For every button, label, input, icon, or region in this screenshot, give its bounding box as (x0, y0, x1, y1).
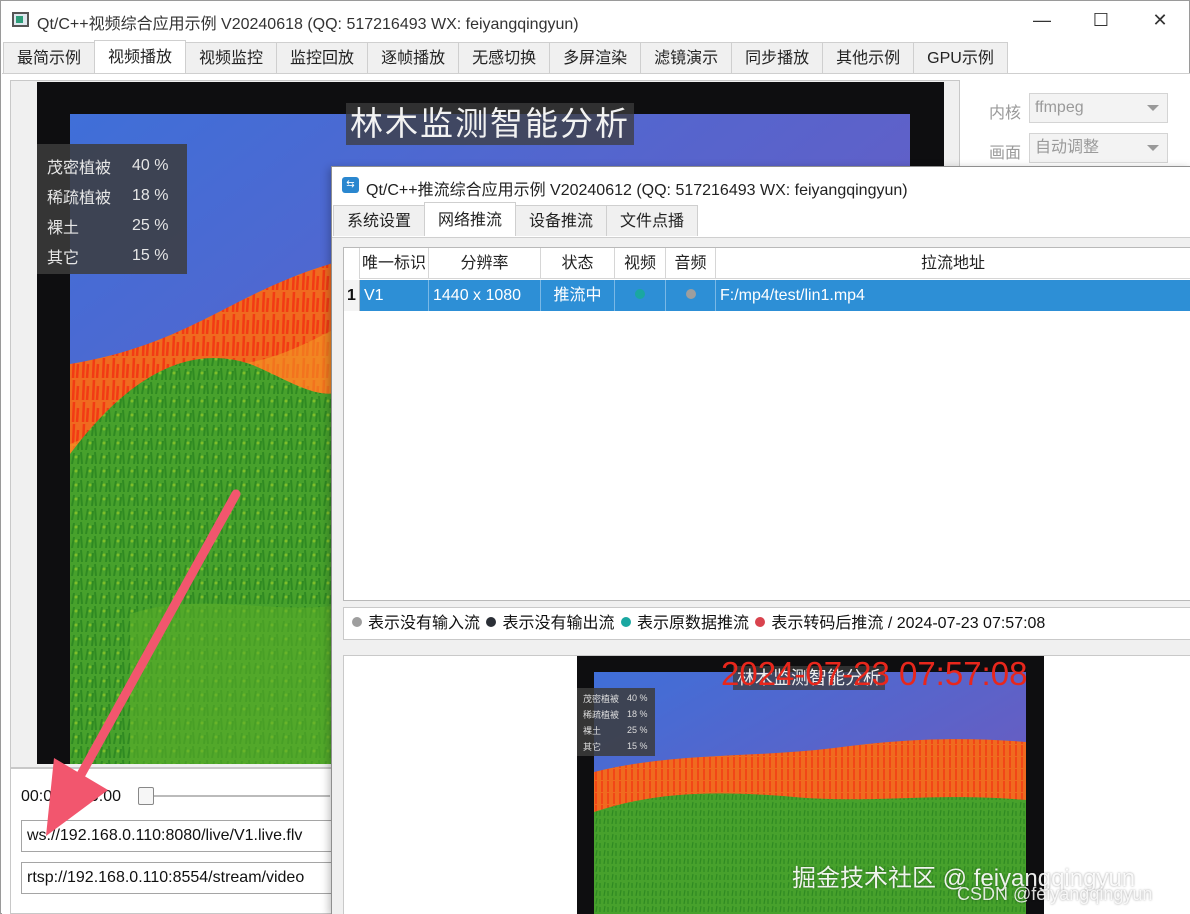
preview-legend-row: 裸土 25 % (583, 722, 655, 738)
legend-value: 25 % (627, 725, 648, 735)
scale-combo-value: 自动调整 (1035, 139, 1100, 156)
table-header: 唯一标识 分辨率 状态 视频 音频 拉流地址 (344, 248, 1190, 279)
legend-row: 稀疏植被 18 % (47, 181, 187, 211)
legend-timestamp: / 2024-07-23 07:57:08 (883, 615, 1046, 632)
tab-multi-screen[interactable]: 多屏渲染 (549, 42, 642, 73)
col-header-status[interactable]: 状态 (541, 248, 615, 279)
chevron-down-icon (1147, 145, 1159, 151)
tab-monitor-playback[interactable]: 监控回放 (276, 42, 369, 73)
legend-name: 裸土 (47, 220, 80, 237)
minimize-icon[interactable]: — (1029, 7, 1055, 33)
cell-audio[interactable] (666, 280, 716, 311)
col-header-video[interactable]: 视频 (615, 248, 666, 279)
tab-simple[interactable]: 最简示例 (3, 42, 96, 73)
no-input-dot-icon (352, 617, 362, 628)
push-tab-bar: 系统设置 网络推流 设备推流 文件点播 (333, 202, 699, 237)
legend-name: 茂密植被 (47, 160, 112, 177)
stream-table: 唯一标识 分辨率 状态 视频 音频 拉流地址 1 V1 1440 x 1080 … (343, 247, 1190, 601)
main-window-title: Qt/C++视频综合应用示例 V20240618 (QQ: 517216493 … (37, 16, 579, 33)
url-input-rtsp[interactable]: rtsp://192.168.0.110:8554/stream/video (21, 862, 332, 894)
legend-no-output: 表示没有输出流 (502, 615, 615, 632)
stream-app-icon: ⇆ (342, 177, 359, 193)
tab-sync-play[interactable]: 同步播放 (731, 42, 824, 73)
legend-transcode-push: 表示转码后推流 (771, 615, 884, 632)
tab-filter-demo[interactable]: 滤镜演示 (640, 42, 733, 73)
col-header-pull-url[interactable]: 拉流地址 (716, 248, 1190, 279)
app-icon (12, 12, 29, 27)
push-window: ⇆ Qt/C++推流综合应用示例 V20240612 (QQ: 51721649… (331, 166, 1190, 914)
tab-gpu-examples[interactable]: GPU示例 (913, 42, 1008, 73)
total-time: 00:00 (81, 788, 122, 805)
tab-video-monitor[interactable]: 视频监控 (185, 42, 278, 73)
tab-system-settings[interactable]: 系统设置 (333, 205, 426, 236)
video-title-overlay: 林木监测智能分析 (346, 103, 634, 145)
no-output-dot-icon (486, 617, 497, 628)
legend-value: 18 % (627, 709, 648, 719)
close-icon[interactable]: ✕ (1147, 7, 1173, 33)
progress-slider-handle[interactable] (138, 787, 154, 805)
tab-device-push[interactable]: 设备推流 (515, 205, 608, 236)
main-tab-bar: 最简示例 视频播放 视频监控 监控回放 逐帧播放 无感切换 多屏渲染 滤镜演示 … (3, 40, 1008, 74)
cell-status[interactable]: 推流中 (541, 280, 615, 311)
cell-video[interactable] (615, 280, 666, 311)
preview-timestamp-overlay: 2024-07-23 07:57:08 (721, 655, 1028, 692)
scale-label: 画面 (989, 145, 1022, 162)
legend-value: 15 % (627, 741, 648, 751)
scale-combo[interactable]: 自动调整 (1029, 133, 1168, 163)
cell-pull-url[interactable]: F:/mp4/test/lin1.mp4 (716, 280, 1190, 311)
tab-file-vod[interactable]: 文件点播 (606, 205, 699, 236)
row-number-header (344, 248, 360, 279)
cell-resolution[interactable]: 1440 x 1080 (429, 280, 541, 311)
legend-value: 40 % (132, 157, 169, 174)
main-titlebar[interactable]: Qt/C++视频综合应用示例 V20240618 (QQ: 517216493 … (1, 1, 1189, 39)
kernel-combo[interactable]: ffmpeg (1029, 93, 1168, 123)
chevron-down-icon (1147, 105, 1159, 111)
maximize-icon[interactable]: ☐ (1088, 7, 1114, 33)
transcode-push-dot-icon (755, 617, 766, 628)
cell-id[interactable]: V1 (360, 280, 429, 311)
col-header-id[interactable]: 唯一标识 (360, 248, 429, 279)
audio-status-dot-icon (685, 289, 696, 300)
col-header-resolution[interactable]: 分辨率 (429, 248, 541, 279)
legend-name: 稀疏植被 (583, 709, 620, 720)
video-status-dot-icon (635, 289, 645, 300)
preview-legend-row: 稀疏植被 18 % (583, 706, 655, 722)
vegetation-legend: 茂密植被 40 % 稀疏植被 18 % 裸土 25 % 其它 15 % (37, 144, 187, 274)
tab-video-play[interactable]: 视频播放 (94, 40, 187, 73)
tab-seamless-switch[interactable]: 无感切换 (458, 42, 551, 73)
legend-value: 15 % (132, 247, 169, 264)
progress-slider-groove[interactable] (154, 795, 330, 797)
stream-legend-bar: 表示没有输入流 表示没有输出流 表示原数据推流 表示转码后推流 / 2024-0… (343, 607, 1190, 640)
legend-value: 18 % (132, 187, 169, 204)
csdn-watermark: CSDN @feiyangqingyun (957, 884, 1153, 904)
push-window-title: Qt/C++推流综合应用示例 V20240612 (QQ: 517216493 … (366, 182, 908, 199)
push-titlebar[interactable]: ⇆ Qt/C++推流综合应用示例 V20240612 (QQ: 51721649… (332, 167, 1190, 203)
legend-name: 其它 (583, 741, 602, 752)
row-number[interactable]: 1 (344, 280, 360, 311)
tab-network-push[interactable]: 网络推流 (424, 202, 517, 236)
legend-raw-push: 表示原数据推流 (636, 615, 749, 632)
legend-name: 其它 (47, 250, 80, 267)
preview-legend-row: 其它 15 % (583, 738, 655, 754)
kernel-label: 内核 (989, 105, 1022, 122)
col-header-audio[interactable]: 音频 (666, 248, 716, 279)
legend-value: 25 % (132, 217, 169, 234)
preview-legend: 茂密植被 40 % 稀疏植被 18 % 裸土 25 % 其它 15 % (577, 688, 655, 756)
url-input-ws[interactable]: ws://192.168.0.110:8080/live/V1.live.flv (21, 820, 332, 852)
kernel-combo-value: ffmpeg (1035, 99, 1084, 116)
preview-legend-row: 茂密植被 40 % (583, 690, 655, 706)
table-row[interactable]: 1 V1 1440 x 1080 推流中 F:/mp4/test/lin1.mp… (344, 280, 1190, 311)
raw-push-dot-icon (620, 617, 631, 628)
legend-name: 裸土 (583, 725, 602, 736)
tab-frame-step[interactable]: 逐帧播放 (367, 42, 460, 73)
legend-name: 茂密植被 (583, 693, 620, 704)
legend-name: 稀疏植被 (47, 190, 112, 207)
legend-row: 其它 15 % (47, 241, 187, 271)
current-time: 00:0 (21, 788, 53, 805)
legend-value: 40 % (627, 693, 648, 703)
tab-other-examples[interactable]: 其他示例 (822, 42, 915, 73)
legend-no-input: 表示没有输入流 (368, 615, 481, 632)
legend-row: 茂密植被 40 % (47, 151, 187, 181)
legend-row: 裸土 25 % (47, 211, 187, 241)
